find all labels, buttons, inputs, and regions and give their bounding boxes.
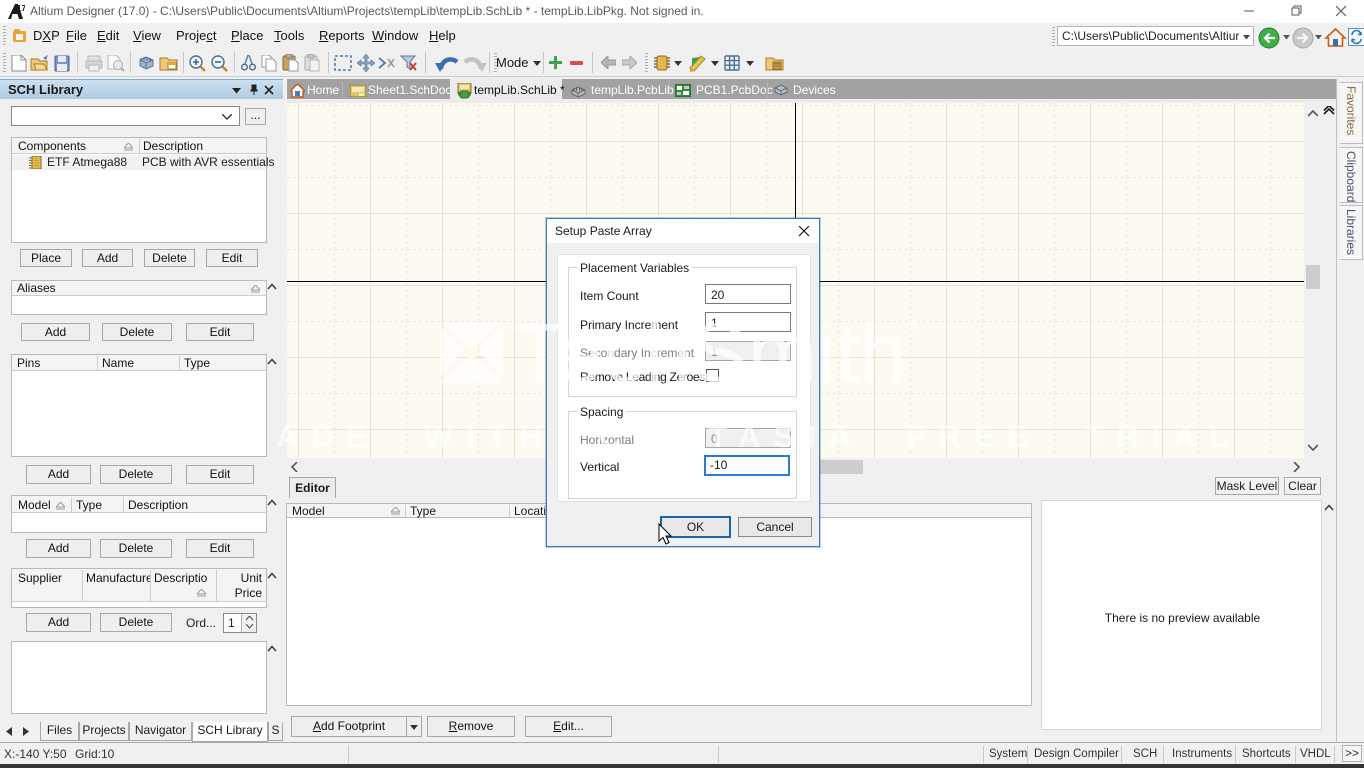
svg-text:17: 17 bbox=[17, 4, 25, 13]
